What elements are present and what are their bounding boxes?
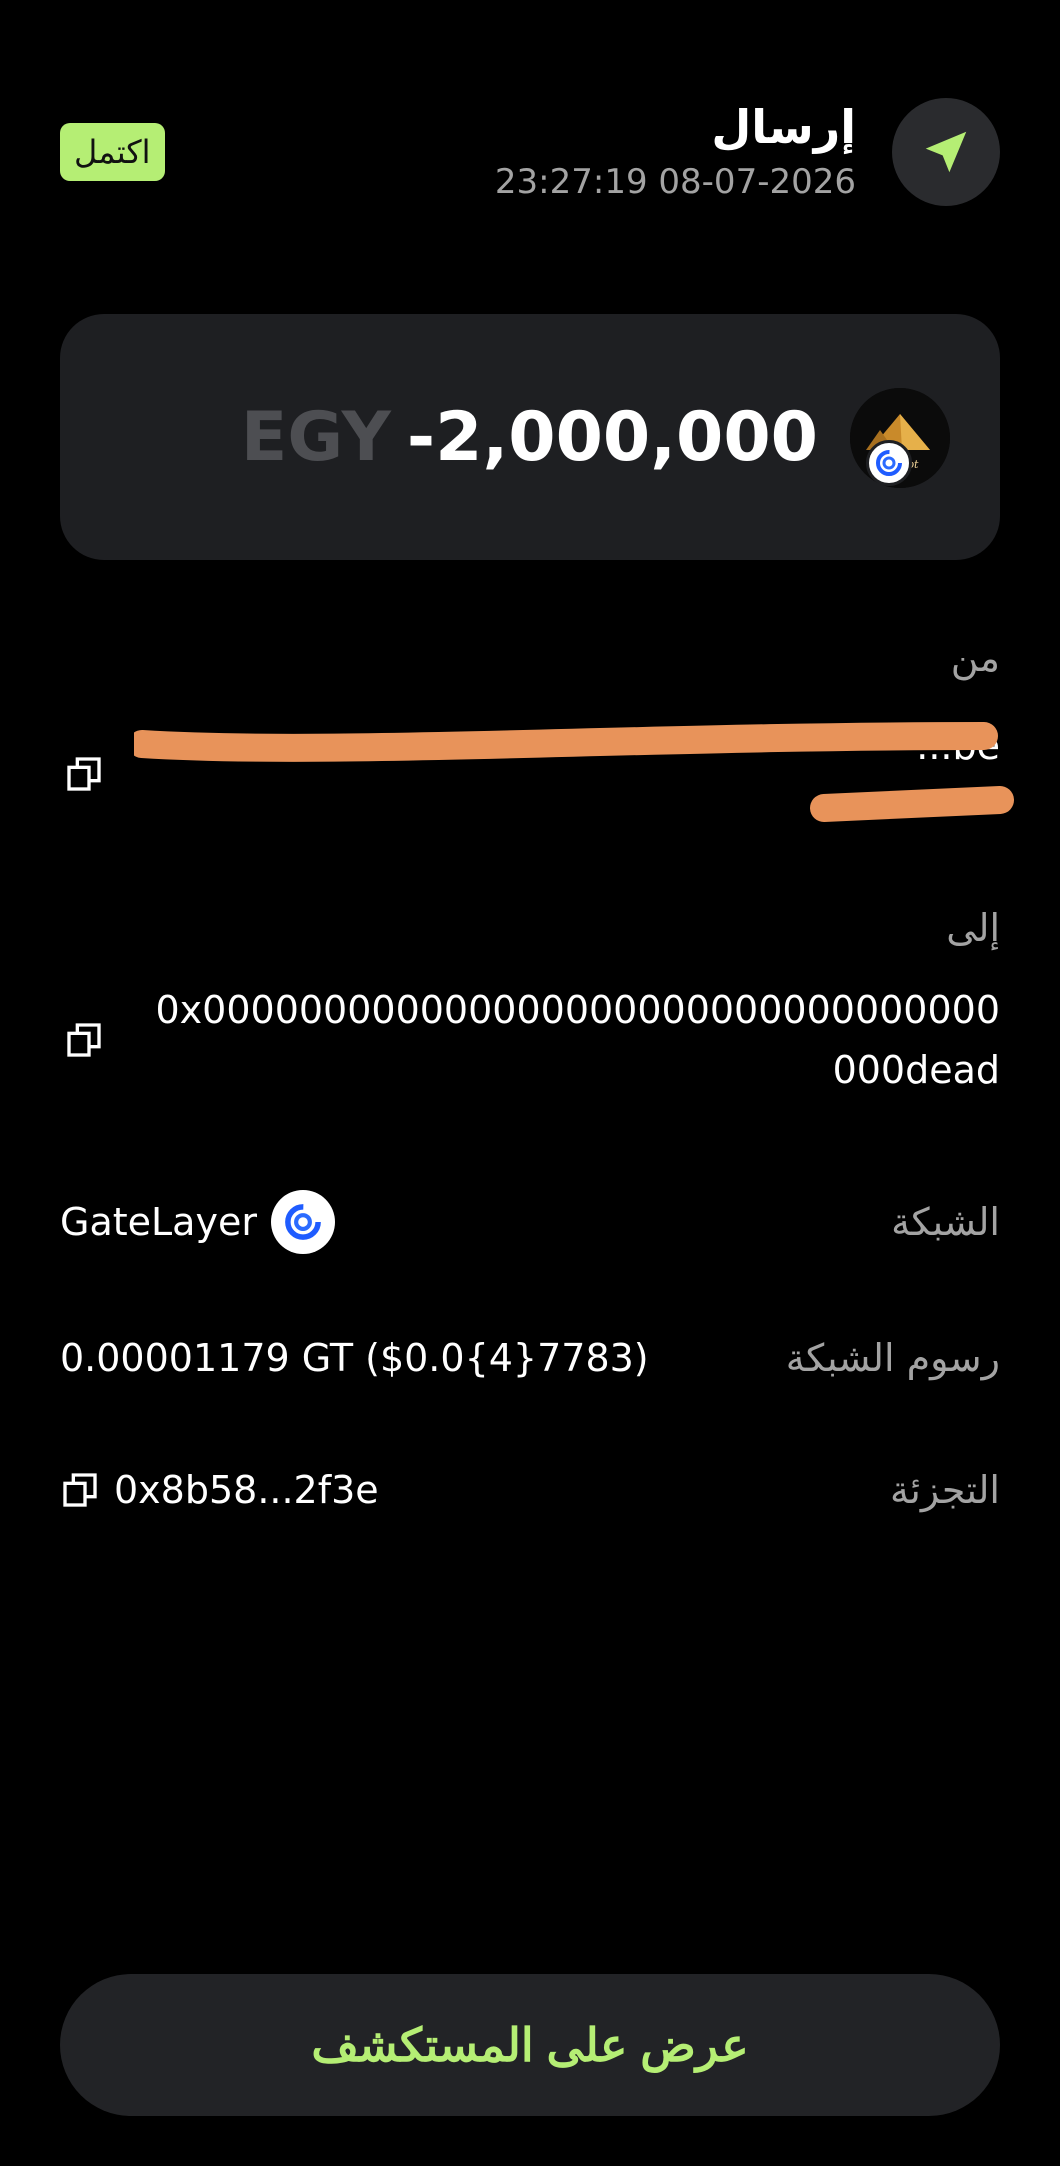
view-on-explorer-button[interactable]: عرض على المستكشف bbox=[60, 1974, 1000, 2116]
hash-text: 0x8b58...2f3e bbox=[114, 1468, 379, 1512]
redaction-scribble bbox=[134, 722, 1014, 822]
network-fee-value: 0.00001179 GT ($0.0{4}7783) bbox=[60, 1336, 649, 1380]
network-fee-label: رسوم الشبكة bbox=[785, 1336, 1000, 1380]
transaction-timestamp: 23:27:19 08-07-2026 bbox=[494, 162, 856, 202]
network-name: GateLayer bbox=[60, 1200, 257, 1244]
amount-value: -2,000,000 bbox=[406, 398, 818, 477]
gatelayer-chain-badge-icon bbox=[866, 440, 912, 486]
copy-hash-icon[interactable] bbox=[60, 1470, 100, 1510]
to-label: إلى bbox=[946, 906, 1000, 950]
copy-from-address-icon[interactable] bbox=[64, 754, 104, 794]
copy-to-address-icon[interactable] bbox=[64, 1020, 104, 1060]
transaction-detail-screen: إرسال 23:27:19 08-07-2026 اكتمل Egypt EG… bbox=[0, 0, 1060, 2166]
to-address[interactable]: 0x000000000000000000000000000000000000de… bbox=[140, 980, 1001, 1100]
network-label: الشبكة bbox=[891, 1200, 1000, 1244]
hash-label: التجزئة bbox=[889, 1468, 1000, 1512]
send-icon bbox=[892, 98, 1000, 206]
page-title: إرسال bbox=[711, 100, 856, 154]
amount-symbol: EGY bbox=[240, 398, 391, 477]
network-value: GateLayer bbox=[60, 1190, 335, 1254]
gatelayer-network-icon bbox=[270, 1190, 335, 1254]
status-badge: اكتمل bbox=[60, 123, 165, 181]
hash-value[interactable]: 0x8b58...2f3e bbox=[60, 1468, 379, 1512]
amount-card: Egypt EGY -2,000,000 bbox=[60, 314, 1000, 560]
from-label: من bbox=[950, 636, 1000, 680]
amount-display: EGY -2,000,000 bbox=[241, 398, 818, 477]
